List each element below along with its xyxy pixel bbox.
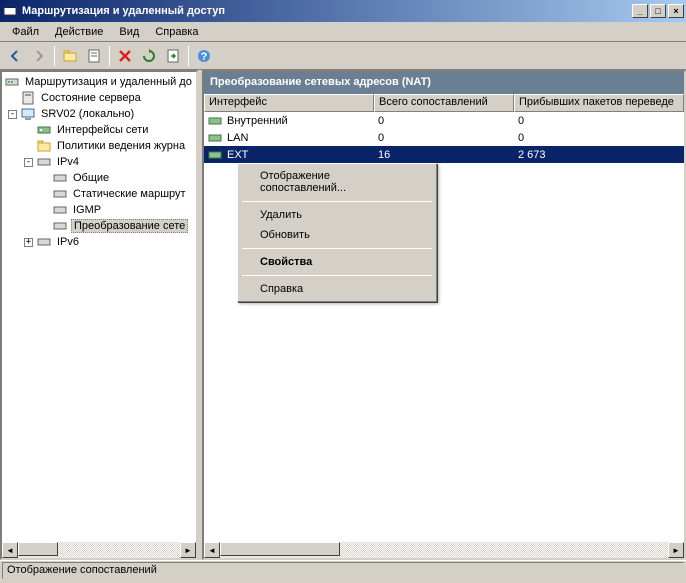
tree-srv[interactable]: - SRV02 (локально): [4, 106, 194, 122]
nic-icon: [36, 122, 52, 138]
toolbar: ?: [0, 42, 686, 70]
col-interface[interactable]: Интерфейс: [204, 94, 374, 112]
tree-server-status[interactable]: Состояние сервера: [4, 90, 194, 106]
svg-text:?: ?: [201, 51, 208, 63]
cell-iface: EXT: [227, 149, 248, 161]
ipv6-icon: [36, 234, 52, 250]
tree-network-interfaces[interactable]: Интерфейсы сети: [4, 122, 194, 138]
tree-static-routes[interactable]: Статические маршрут: [4, 186, 194, 202]
tree-root[interactable]: Маршрутизация и удаленный до: [4, 74, 194, 90]
tree-general[interactable]: Общие: [4, 170, 194, 186]
col-total[interactable]: Всего сопоставлений: [374, 94, 514, 112]
refresh-button[interactable]: [138, 45, 160, 67]
nic-icon: [208, 114, 224, 128]
expand-icon[interactable]: +: [24, 238, 33, 247]
tree-ipv6[interactable]: + IPv6: [4, 234, 194, 250]
scroll-left-icon[interactable]: ◄: [204, 542, 220, 558]
scroll-right-icon[interactable]: ►: [668, 542, 684, 558]
nic-icon: [208, 131, 224, 145]
cell-iface: LAN: [227, 132, 248, 144]
list-row[interactable]: EXT 16 2 673: [204, 146, 684, 163]
maximize-button[interactable]: □: [650, 4, 666, 18]
context-menu: Отображение сопоставлений... Удалить Обн…: [237, 163, 437, 302]
export-button[interactable]: [162, 45, 184, 67]
ctx-delete[interactable]: Удалить: [240, 205, 434, 225]
menu-action[interactable]: Действие: [47, 24, 111, 40]
tree-logging-policies[interactable]: Политики ведения журна: [4, 138, 194, 154]
forward-button[interactable]: [28, 45, 50, 67]
properties-button[interactable]: [83, 45, 105, 67]
status-text: Отображение сопоставлений: [2, 562, 684, 579]
ctx-refresh[interactable]: Обновить: [240, 225, 434, 245]
ctx-show-mappings[interactable]: Отображение сопоставлений...: [240, 166, 434, 198]
up-button[interactable]: [59, 45, 81, 67]
menu-view[interactable]: Вид: [111, 24, 147, 40]
ctx-help[interactable]: Справка: [240, 279, 434, 299]
server-icon: [20, 90, 36, 106]
menubar: Файл Действие Вид Справка: [0, 22, 686, 42]
cell-incoming: 0: [514, 114, 684, 128]
cell-iface: Внутренний: [227, 115, 288, 127]
tree-igmp[interactable]: IGMP: [4, 202, 194, 218]
main-hscroll[interactable]: ◄ ►: [204, 542, 684, 558]
titlebar: Маршрутизация и удаленный доступ _ □ ×: [0, 0, 686, 22]
routes-icon: [52, 186, 68, 202]
app-icon: [2, 3, 18, 19]
scroll-left-icon[interactable]: ◄: [2, 542, 18, 558]
cell-total: 0: [374, 114, 514, 128]
tree-nat[interactable]: Преобразование сете: [4, 218, 194, 234]
tree-pane[interactable]: Маршрутизация и удаленный до Состояние с…: [0, 70, 198, 560]
cell-total: 0: [374, 131, 514, 145]
minimize-button[interactable]: _: [632, 4, 648, 18]
statusbar: Отображение сопоставлений: [0, 560, 686, 580]
list-header: Интерфейс Всего сопоставлений Прибывших …: [204, 94, 684, 112]
ipv4-icon: [36, 154, 52, 170]
back-button[interactable]: [4, 45, 26, 67]
menu-help[interactable]: Справка: [147, 24, 206, 40]
cell-incoming: 0: [514, 131, 684, 145]
rras-icon: [4, 74, 20, 90]
scroll-right-icon[interactable]: ►: [180, 542, 196, 558]
list-row[interactable]: Внутренний 0 0: [204, 112, 684, 129]
nat-icon: [52, 218, 68, 234]
igmp-icon: [52, 202, 68, 218]
nic-icon: [208, 148, 224, 162]
cell-total: 16: [374, 148, 514, 162]
help-button[interactable]: ?: [193, 45, 215, 67]
panel-title: Преобразование сетевых адресов (NAT): [204, 72, 684, 94]
delete-button[interactable]: [114, 45, 136, 67]
menu-file[interactable]: Файл: [4, 24, 47, 40]
tree-hscroll[interactable]: ◄ ►: [2, 542, 196, 558]
col-incoming[interactable]: Прибывших пакетов переведе: [514, 94, 684, 112]
window-title: Маршрутизация и удаленный доступ: [22, 5, 630, 17]
collapse-icon[interactable]: -: [24, 158, 33, 167]
close-button[interactable]: ×: [668, 4, 684, 18]
general-icon: [52, 170, 68, 186]
ctx-properties[interactable]: Свойства: [240, 252, 434, 272]
workspace: Маршрутизация и удаленный до Состояние с…: [0, 70, 686, 560]
computer-icon: [20, 106, 36, 122]
cell-incoming: 2 673: [514, 148, 684, 162]
collapse-icon[interactable]: -: [8, 110, 17, 119]
folder-icon: [36, 138, 52, 154]
list-row[interactable]: LAN 0 0: [204, 129, 684, 146]
tree-ipv4[interactable]: - IPv4: [4, 154, 194, 170]
main-pane: Преобразование сетевых адресов (NAT) Инт…: [202, 70, 686, 560]
